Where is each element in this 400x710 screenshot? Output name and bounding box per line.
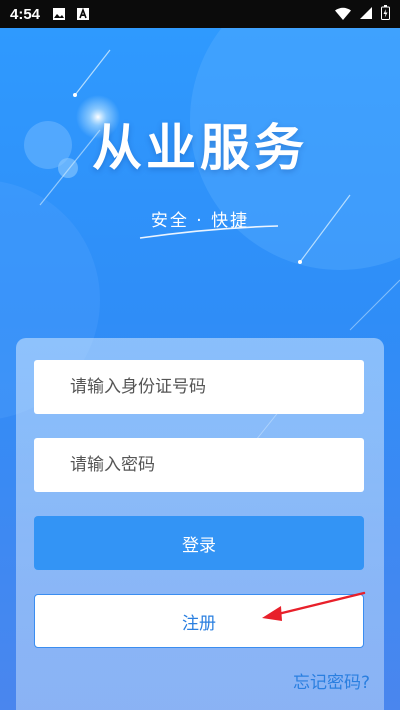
app-subtitle: 安全 · 快捷 — [150, 211, 250, 231]
status-time: 4:54 — [10, 5, 41, 23]
a-icon — [76, 7, 90, 21]
login-button[interactable]: 登录 — [34, 516, 364, 570]
image-icon — [52, 7, 66, 21]
status-right-icons — [335, 4, 390, 24]
register-button[interactable]: 注册 — [34, 594, 364, 648]
battery-icon — [381, 4, 390, 24]
password-input[interactable] — [68, 437, 364, 493]
signal-icon — [359, 5, 373, 24]
password-field-container — [34, 437, 364, 493]
app-title: 从业服务 — [92, 119, 308, 177]
forgot-password-link[interactable]: 忘记密码? — [293, 668, 370, 693]
login-card: 登录 注册 忘记密码? — [16, 338, 384, 710]
id-number-field-container — [34, 359, 364, 415]
wifi-icon — [335, 5, 351, 24]
status-bar: 4:54 — [0, 0, 400, 28]
id-number-input[interactable] — [68, 359, 364, 415]
